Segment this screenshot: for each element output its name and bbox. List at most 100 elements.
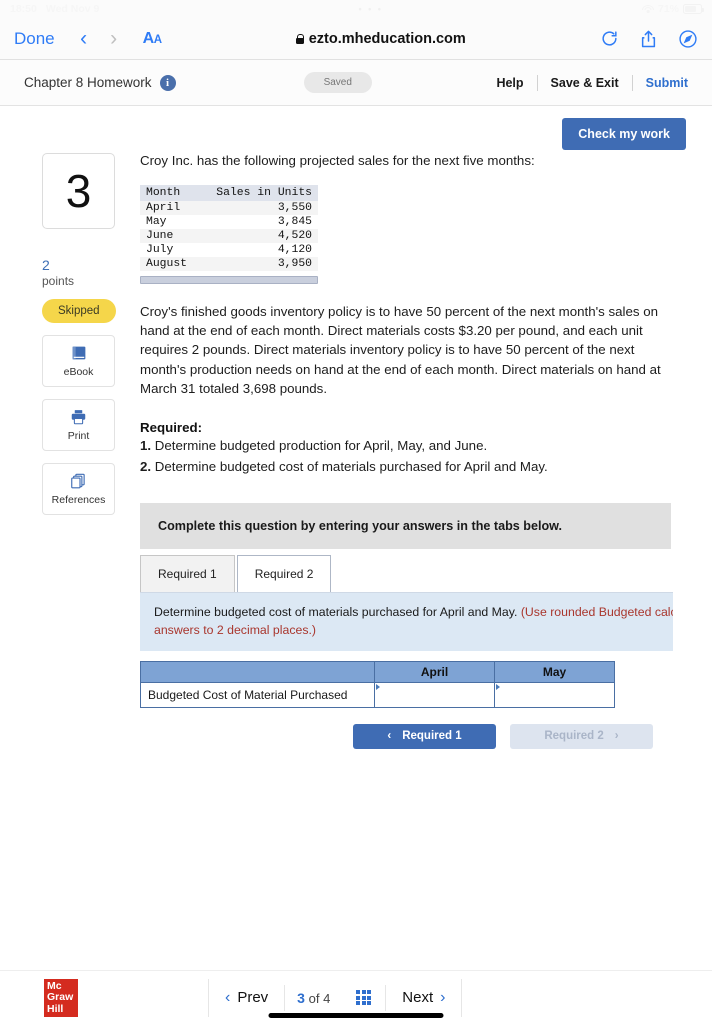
references-button[interactable]: References xyxy=(42,463,115,515)
row-units: 3,950 xyxy=(277,257,312,270)
points-label: points xyxy=(42,274,75,288)
home-indicator xyxy=(268,1013,444,1018)
wifi-icon xyxy=(642,4,654,14)
prev-page-button[interactable]: ‹ Prev xyxy=(209,989,284,1007)
done-button[interactable]: Done xyxy=(14,29,55,49)
next-requirement-label: Required 2 xyxy=(544,730,604,743)
required-item-number: 1. xyxy=(140,438,152,454)
table-row: July 4,120 xyxy=(140,243,318,257)
points-value: 2 xyxy=(42,257,50,273)
tab-required-1[interactable]: Required 1 xyxy=(140,554,235,592)
save-exit-button[interactable]: Save & Exit xyxy=(538,76,632,90)
chevron-left-icon: ‹ xyxy=(387,730,392,743)
table-row: August 3,950 xyxy=(140,256,318,271)
help-button[interactable]: Help xyxy=(483,76,536,90)
page-current: 3 xyxy=(297,989,305,1006)
sales-table-wrapper: Month Sales in Units April 3,550 May 3,845… xyxy=(140,184,318,284)
mcgraw-hill-logo: Mc Graw Hill xyxy=(44,978,78,1017)
reload-icon[interactable] xyxy=(600,29,619,48)
page-of-label: of xyxy=(308,990,320,1006)
required-heading: Required: xyxy=(140,420,203,436)
question-intro: Croy Inc. has the following projected sa… xyxy=(140,153,535,168)
status-date: Wed Nov 9 xyxy=(45,3,100,15)
page-counter: 3 of 4 xyxy=(285,990,342,1006)
instruction-text: Determine budgeted cost of materials pur… xyxy=(154,604,518,619)
address-bar[interactable]: ezto.mheducation.com xyxy=(162,31,600,47)
row-month: June xyxy=(146,229,174,242)
logo-line-3: Hill xyxy=(47,1003,64,1015)
next-page-button[interactable]: Next › xyxy=(386,989,461,1007)
answer-cell-may[interactable] xyxy=(494,681,615,708)
sales-table-header-units: Sales in Units xyxy=(198,184,318,201)
row-units: 4,520 xyxy=(277,229,312,242)
cell-marker-icon xyxy=(376,683,380,690)
question-number: 3 xyxy=(42,153,115,229)
page-total: 4 xyxy=(323,990,331,1006)
compass-icon[interactable] xyxy=(678,29,698,49)
requirement-nav: ‹ Required 1 Required 2 › xyxy=(140,723,682,749)
answer-table-header-row: April May xyxy=(140,660,615,683)
required-item-text: Determine budgeted production for April,… xyxy=(154,438,488,454)
app-header: Chapter 8 Homework i Saved Help Save & E… xyxy=(0,60,712,106)
lock-icon xyxy=(295,33,305,44)
row-month: July xyxy=(146,243,174,256)
share-icon[interactable] xyxy=(639,29,658,49)
prev-requirement-button[interactable]: ‹ Required 1 xyxy=(353,723,496,749)
row-month: April xyxy=(146,201,181,214)
page-title: Chapter 8 Homework xyxy=(24,75,152,90)
row-month: August xyxy=(146,257,188,270)
status-dots: • • • xyxy=(358,4,383,14)
required-item-1: 1. Determine budgeted production for Apr… xyxy=(140,437,682,456)
references-label: References xyxy=(51,494,106,506)
chevron-right-icon: › xyxy=(440,988,446,1006)
book-icon xyxy=(70,344,88,362)
sales-table-header-month: Month xyxy=(140,184,199,201)
safari-toolbar: Done ‹ › AA ezto.mheducation.com xyxy=(0,18,712,60)
app-page: 18:50 Wed Nov 9 • • • 71% Done ‹ › AA ez… xyxy=(0,0,712,1024)
text-size-button[interactable]: AA xyxy=(143,30,162,48)
required-item-number: 2. xyxy=(140,459,152,475)
answer-row-label: Budgeted Cost of Material Purchased xyxy=(140,681,375,708)
info-icon[interactable]: i xyxy=(159,74,176,91)
widget-banner: Complete this question by entering your … xyxy=(140,502,671,549)
ebook-button[interactable]: eBook xyxy=(42,335,115,387)
required-item-2: 2. Determine budgeted cost of materials … xyxy=(140,458,682,477)
answer-cell-april[interactable] xyxy=(374,681,495,708)
tab-required-2[interactable]: Required 2 xyxy=(236,554,332,592)
answer-table: April May Budgeted Cost of Material Purc… xyxy=(140,660,615,708)
chevron-right-icon: › xyxy=(614,730,619,743)
required-item-text: Determine budgeted cost of materials pur… xyxy=(154,459,548,475)
submit-button[interactable]: Submit xyxy=(633,76,688,90)
instruction-box: Determine budgeted cost of materials pur… xyxy=(140,591,673,651)
printer-icon xyxy=(69,408,88,426)
grid-icon[interactable] xyxy=(342,990,385,1005)
april-input[interactable] xyxy=(375,683,494,706)
print-button[interactable]: Print xyxy=(42,399,115,451)
next-requirement-button[interactable]: Required 2 › xyxy=(510,723,653,749)
sales-table: Month Sales in Units April 3,550 May 3,845… xyxy=(140,184,318,271)
chevron-right-icon[interactable]: › xyxy=(99,27,129,51)
row-month: May xyxy=(146,215,167,228)
tab-list: Required 1 Required 2 xyxy=(140,554,682,592)
url-text: ezto.mheducation.com xyxy=(308,30,466,47)
check-my-work-button[interactable]: Check my work xyxy=(562,118,686,150)
row-units: 3,845 xyxy=(277,215,312,228)
table-row: June 4,520 xyxy=(140,228,318,243)
ios-status-bar: 18:50 Wed Nov 9 • • • 71% xyxy=(0,0,712,18)
table-row: April 3,550 xyxy=(140,200,318,215)
chevron-left-icon: ‹ xyxy=(225,988,231,1006)
table-row: May 3,845 xyxy=(140,215,318,229)
sales-table-body: April 3,550 May 3,845 June 4,520 July 4,120 … xyxy=(140,200,318,271)
horizontal-scrollbar[interactable] xyxy=(140,275,318,284)
next-page-label: Next xyxy=(402,989,434,1006)
may-input[interactable] xyxy=(495,683,614,706)
question-body: Croy Inc. has the following projected sa… xyxy=(140,150,712,749)
battery-percent-label: 71% xyxy=(658,3,680,15)
pagination: ‹ Prev 3 of 4 Next › xyxy=(208,978,463,1017)
question-sidebar: 3 2 points Skipped eBook Print Reference… xyxy=(0,150,140,749)
chevron-left-icon[interactable]: ‹ xyxy=(69,27,99,51)
table-row: Budgeted Cost of Material Purchased xyxy=(140,681,615,708)
row-units: 4,120 xyxy=(277,243,312,256)
prev-page-label: Prev xyxy=(237,989,269,1006)
print-label: Print xyxy=(67,430,90,442)
